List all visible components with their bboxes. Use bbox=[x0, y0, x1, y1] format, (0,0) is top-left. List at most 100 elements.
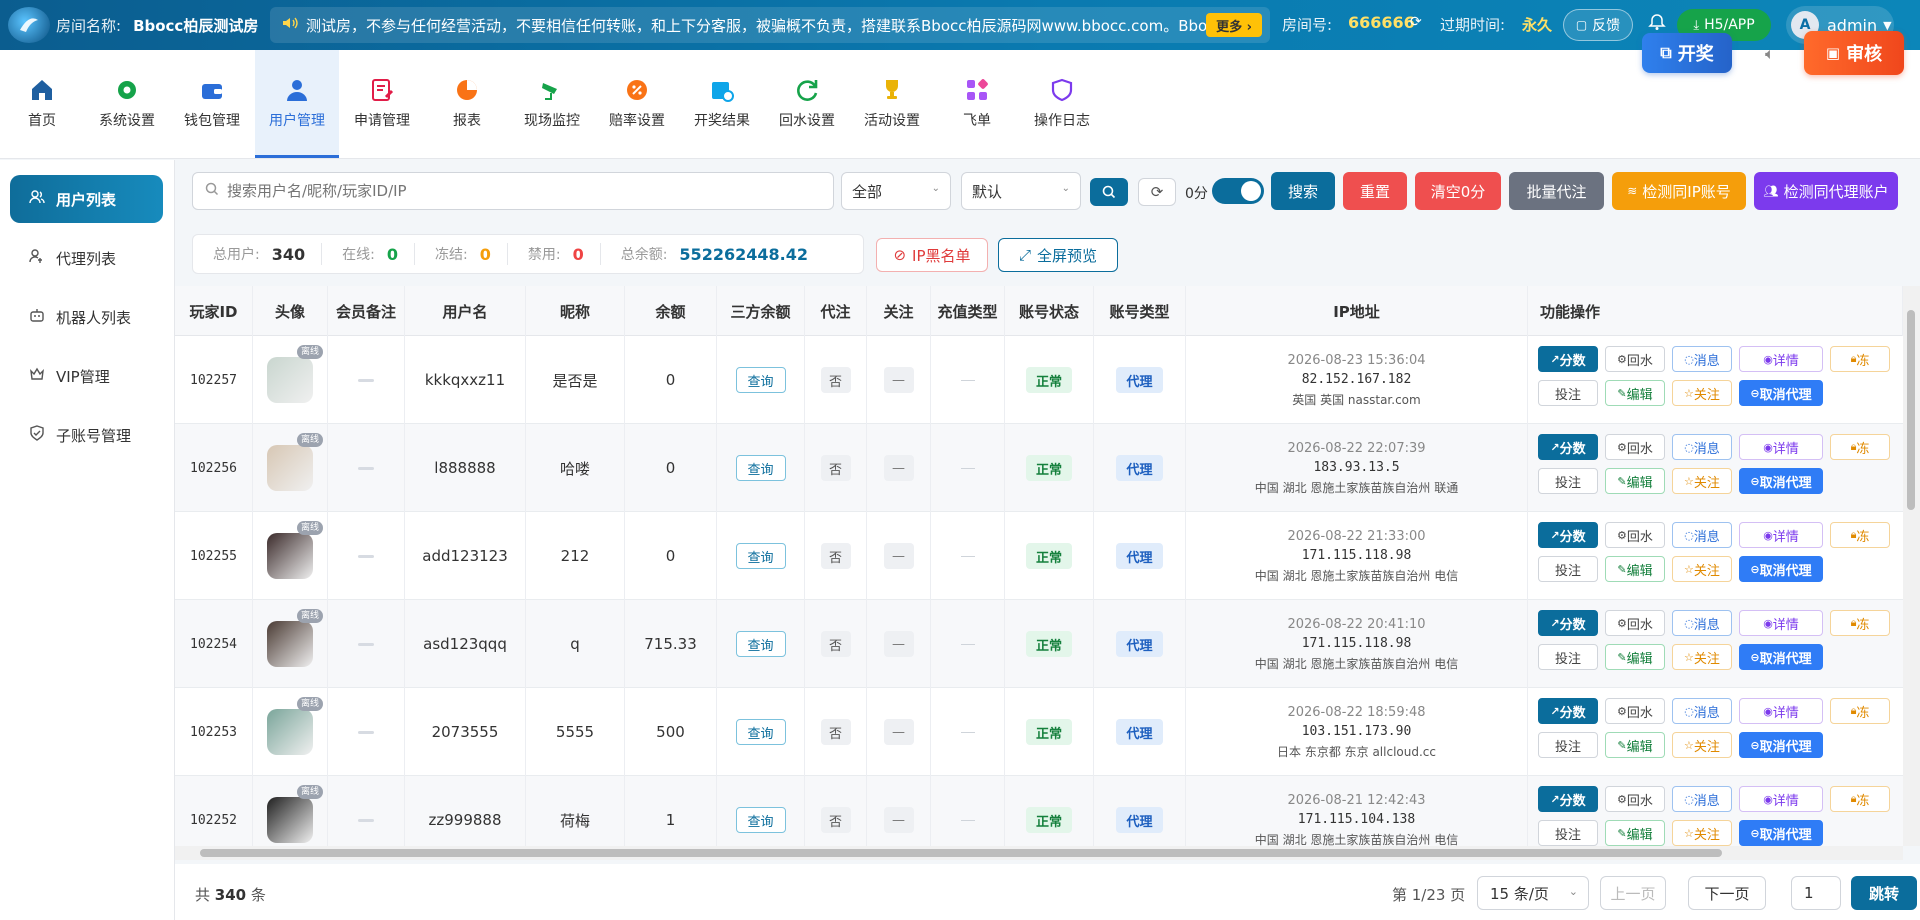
cancel-agent-button[interactable]: ⊖ 取消代理 bbox=[1739, 732, 1823, 758]
check-same-agent-button[interactable]: 👥︎ 检测同代理账户 bbox=[1754, 172, 1898, 210]
column-header[interactable]: 玩家ID bbox=[175, 286, 253, 336]
avatar[interactable]: 离线 bbox=[267, 521, 323, 579]
score-button[interactable]: ↗ 分数 bbox=[1538, 434, 1598, 460]
bet-button[interactable]: 投注 bbox=[1538, 644, 1598, 670]
bet-button[interactable]: 投注 bbox=[1538, 556, 1598, 582]
follow-tag[interactable]: — bbox=[883, 543, 914, 569]
avatar[interactable]: 离线 bbox=[267, 609, 323, 667]
column-header[interactable]: 功能操作 bbox=[1528, 286, 1903, 336]
detail-button[interactable]: ◉ 详情 bbox=[1739, 786, 1823, 812]
cancel-agent-button[interactable]: ⊖ 取消代理 bbox=[1739, 644, 1823, 670]
rebate-button[interactable]: ⚙ 回水 bbox=[1605, 346, 1665, 372]
message-button[interactable]: ◌ 消息 bbox=[1672, 434, 1732, 460]
nav-item[interactable]: 申请管理 bbox=[340, 50, 424, 158]
edit-button[interactable]: ✎ 编辑 bbox=[1605, 820, 1665, 846]
column-header[interactable]: 关注 bbox=[867, 286, 931, 336]
horizontal-scrollbar[interactable] bbox=[175, 846, 1903, 860]
edit-button[interactable]: ✎ 编辑 bbox=[1605, 468, 1665, 494]
freeze-button[interactable]: 🔒︎ 冻 bbox=[1830, 434, 1890, 460]
follow-tag[interactable]: — bbox=[883, 719, 914, 745]
freeze-button[interactable]: 🔒︎ 冻 bbox=[1830, 522, 1890, 548]
rebate-button[interactable]: ⚙ 回水 bbox=[1605, 698, 1665, 724]
detail-button[interactable]: ◉ 详情 bbox=[1739, 698, 1823, 724]
query-balance-button[interactable]: 查询 bbox=[735, 543, 786, 569]
audit-button[interactable]: ▣ 审核 bbox=[1804, 31, 1904, 75]
sidebar-item[interactable]: 用户列表 bbox=[10, 175, 163, 223]
draw-button[interactable]: ⧉ 开奖 bbox=[1642, 33, 1732, 73]
column-header[interactable]: 账号类型 bbox=[1094, 286, 1186, 336]
freeze-button[interactable]: 🔒︎ 冻 bbox=[1830, 346, 1890, 372]
message-button[interactable]: ◌ 消息 bbox=[1672, 522, 1732, 548]
column-header[interactable]: 三方余额 bbox=[717, 286, 805, 336]
bet-button[interactable]: 投注 bbox=[1538, 732, 1598, 758]
nav-item[interactable]: 飞单 bbox=[935, 50, 1019, 158]
search-input[interactable] bbox=[227, 182, 827, 200]
detail-button[interactable]: ◉ 详情 bbox=[1739, 522, 1823, 548]
follow-button[interactable]: ☆ 关注 bbox=[1672, 468, 1732, 494]
edit-button[interactable]: ✎ 编辑 bbox=[1605, 556, 1665, 582]
message-button[interactable]: ◌ 消息 bbox=[1672, 786, 1732, 812]
nav-item[interactable]: 回水设置 bbox=[765, 50, 849, 158]
vertical-scrollbar[interactable] bbox=[1903, 286, 1920, 846]
refresh-button[interactable]: ⟳ bbox=[1138, 178, 1176, 206]
nav-item[interactable]: 赔率设置 bbox=[595, 50, 679, 158]
edit-button[interactable]: ✎ 编辑 bbox=[1605, 380, 1665, 406]
nav-item[interactable]: 用户管理 bbox=[255, 50, 339, 158]
score-button[interactable]: ↗ 分数 bbox=[1538, 346, 1598, 372]
avatar[interactable]: 离线 bbox=[267, 345, 323, 403]
member-note-empty[interactable] bbox=[358, 554, 374, 558]
avatar[interactable]: 离线 bbox=[267, 697, 323, 755]
column-header[interactable]: IP地址 bbox=[1186, 286, 1528, 336]
member-note-empty[interactable] bbox=[358, 378, 374, 382]
detail-button[interactable]: ◉ 详情 bbox=[1739, 346, 1823, 372]
more-announcements-button[interactable]: 更多 › bbox=[1206, 13, 1262, 37]
column-header[interactable]: 账号状态 bbox=[1005, 286, 1094, 336]
nav-item[interactable]: 钱包管理 bbox=[170, 50, 254, 158]
message-button[interactable]: ◌ 消息 bbox=[1672, 610, 1732, 636]
message-button[interactable]: ◌ 消息 bbox=[1672, 698, 1732, 724]
bet-button[interactable]: 投注 bbox=[1538, 380, 1598, 406]
nav-item[interactable]: 活动设置 bbox=[850, 50, 934, 158]
zero-score-toggle[interactable] bbox=[1212, 178, 1264, 204]
search-button[interactable]: 搜索 bbox=[1271, 172, 1335, 210]
follow-button[interactable]: ☆ 关注 bbox=[1672, 380, 1732, 406]
feedback-button[interactable]: ▢ 反馈 bbox=[1563, 9, 1633, 41]
refresh-room-icon[interactable]: ⟳ bbox=[1410, 14, 1422, 30]
follow-button[interactable]: ☆ 关注 bbox=[1672, 556, 1732, 582]
bet-button[interactable]: 投注 bbox=[1538, 468, 1598, 494]
column-header[interactable]: 用户名 bbox=[405, 286, 526, 336]
jump-button[interactable]: 跳转 bbox=[1851, 876, 1917, 910]
query-balance-button[interactable]: 查询 bbox=[735, 367, 786, 393]
fullscreen-preview-button[interactable]: ⤢ 全屏预览 bbox=[998, 238, 1118, 272]
nav-item[interactable]: 首页 bbox=[0, 50, 84, 158]
sidebar-item[interactable]: 子账号管理 bbox=[10, 411, 163, 459]
reset-button[interactable]: 重置 bbox=[1343, 172, 1407, 210]
volume-icon[interactable]: 🔈︎ bbox=[1765, 44, 1775, 64]
follow-button[interactable]: ☆ 关注 bbox=[1672, 732, 1732, 758]
quick-search-button[interactable] bbox=[1090, 178, 1128, 206]
column-header[interactable]: 头像 bbox=[253, 286, 328, 336]
member-note-empty[interactable] bbox=[358, 642, 374, 646]
nav-item[interactable]: 报表 bbox=[425, 50, 509, 158]
freeze-button[interactable]: 🔒︎ 冻 bbox=[1830, 698, 1890, 724]
sidebar-item[interactable]: VIP管理 bbox=[10, 352, 163, 400]
rebate-button[interactable]: ⚙ 回水 bbox=[1605, 610, 1665, 636]
status-select[interactable]: 全部 ⌄ bbox=[841, 172, 951, 210]
column-header[interactable]: 代注 bbox=[805, 286, 867, 336]
prev-page-button[interactable]: 上一页 bbox=[1600, 876, 1666, 910]
rebate-button[interactable]: ⚙ 回水 bbox=[1605, 434, 1665, 460]
score-button[interactable]: ↗ 分数 bbox=[1538, 698, 1598, 724]
sidebar-item[interactable]: 代理列表 bbox=[10, 234, 163, 282]
score-button[interactable]: ↗ 分数 bbox=[1538, 786, 1598, 812]
column-header[interactable]: 昵称 bbox=[526, 286, 625, 336]
rebate-button[interactable]: ⚙ 回水 bbox=[1605, 522, 1665, 548]
freeze-button[interactable]: 🔒︎ 冻 bbox=[1830, 786, 1890, 812]
follow-tag[interactable]: — bbox=[883, 807, 914, 833]
column-header[interactable]: 会员备注 bbox=[328, 286, 405, 336]
scroll-thumb[interactable] bbox=[200, 849, 1722, 857]
cancel-agent-button[interactable]: ⊖ 取消代理 bbox=[1739, 468, 1823, 494]
nav-item[interactable]: 开奖结果 bbox=[680, 50, 764, 158]
follow-tag[interactable]: — bbox=[883, 367, 914, 393]
sidebar-item[interactable]: 机器人列表 bbox=[10, 293, 163, 341]
score-button[interactable]: ↗ 分数 bbox=[1538, 522, 1598, 548]
